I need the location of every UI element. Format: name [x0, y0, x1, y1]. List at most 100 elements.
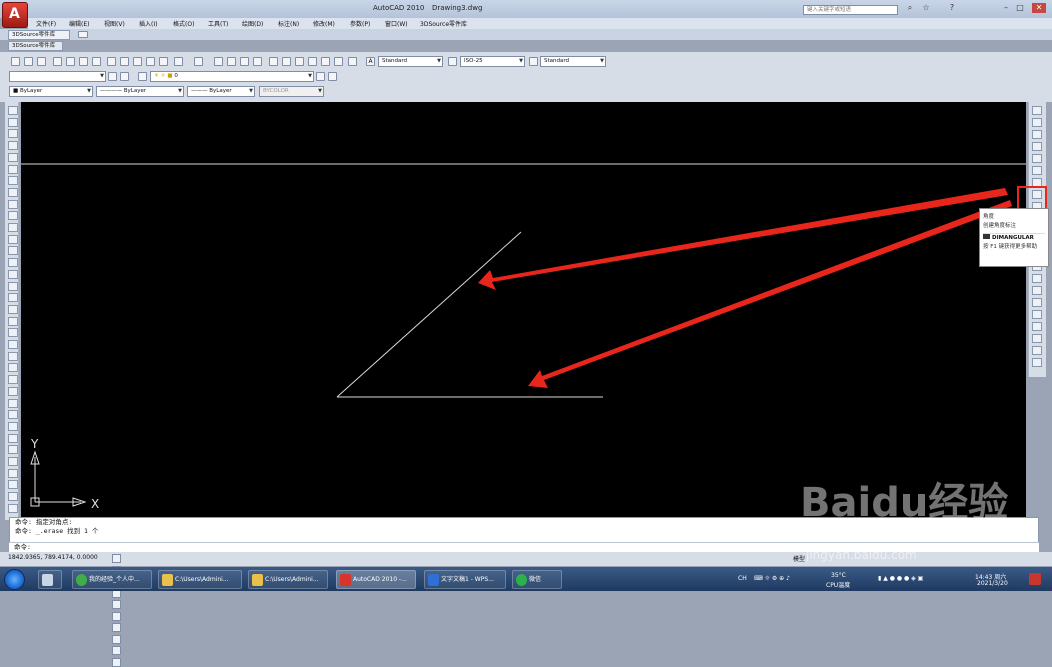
plot-style-select[interactable]: BYCOLOR ▼	[259, 86, 324, 97]
text-style-select[interactable]: Standard ▼	[378, 56, 443, 67]
ordinate-dim-icon[interactable]	[1032, 142, 1042, 151]
help-icon[interactable]	[348, 57, 357, 66]
rotate-icon[interactable]	[8, 398, 18, 408]
line-icon[interactable]	[8, 106, 18, 115]
insert-block-icon[interactable]	[8, 234, 18, 244]
jogged-dim-icon[interactable]	[1032, 166, 1042, 175]
workspace-settings-icon[interactable]	[108, 72, 117, 81]
print-preview-icon[interactable]	[66, 57, 75, 66]
tool-palettes-icon[interactable]	[295, 57, 304, 66]
hatch-icon[interactable]	[8, 269, 18, 279]
menu-tools[interactable]: 工具(T)	[208, 19, 228, 28]
construction-line-icon[interactable]	[8, 117, 18, 127]
copy-object-icon[interactable]	[8, 340, 18, 349]
workspace-select[interactable]: ▼	[9, 71, 106, 82]
undo-icon[interactable]	[174, 57, 183, 66]
publish-icon[interactable]	[79, 57, 88, 66]
zoom-previous-icon[interactable]	[253, 57, 262, 66]
taskbar-item-folder1[interactable]: C:\Users\Admini...	[158, 570, 242, 589]
open-file-icon[interactable]	[24, 57, 33, 66]
taskbar-item-wps[interactable]: 文字文稿1 - WPS...	[424, 570, 506, 589]
snap-toggle[interactable]	[112, 554, 121, 563]
dyn-toggle[interactable]	[112, 634, 121, 644]
tray-status-icons[interactable]: ▮ ▲ ● ● ● ◈ ▣	[878, 575, 923, 582]
break-icon[interactable]	[8, 457, 18, 466]
color-select[interactable]: ■ ByLayer ▼	[9, 86, 93, 97]
start-button[interactable]	[4, 569, 25, 590]
dim-style-icon[interactable]	[1032, 346, 1042, 355]
zoom-window-icon[interactable]	[240, 57, 249, 66]
fillet-icon[interactable]	[8, 492, 18, 502]
ellipse-icon[interactable]	[8, 211, 18, 221]
move-icon[interactable]	[8, 386, 18, 396]
menu-edit[interactable]: 编辑(E)	[69, 19, 89, 28]
clock-date[interactable]: 2021/3/20	[977, 580, 1008, 587]
pan-icon[interactable]	[214, 57, 223, 66]
ellipse-arc-icon[interactable]	[8, 223, 18, 232]
model-tab[interactable]: 模型	[793, 554, 805, 563]
maximize-button[interactable]: □	[1014, 3, 1026, 13]
layer-select[interactable]: ☀ ☼ ■ 0 ▼	[150, 71, 314, 82]
scale-icon[interactable]	[8, 410, 18, 420]
menu-draw[interactable]: 绘图(D)	[242, 19, 263, 28]
angled-line[interactable]	[336, 231, 522, 398]
linear-dim-icon[interactable]	[1032, 106, 1042, 115]
menu-insert[interactable]: 插入(I)	[139, 19, 157, 28]
close-button[interactable]: ✕	[1032, 3, 1046, 13]
help-icon[interactable]: ?	[946, 3, 958, 13]
ime-indicator[interactable]: CH	[738, 575, 747, 582]
dim-edit-icon[interactable]	[1032, 310, 1042, 319]
lineweight-select[interactable]: ——— ByLayer ▼	[187, 86, 255, 97]
menu-dimension[interactable]: 标注(N)	[278, 19, 299, 28]
block-editor-icon[interactable]	[159, 57, 168, 66]
rectangle-icon[interactable]	[8, 152, 18, 162]
menu-format[interactable]: 格式(O)	[173, 19, 194, 28]
taskbar-item-autocad[interactable]: AutoCAD 2010 -...	[336, 570, 416, 589]
qp-toggle[interactable]	[112, 657, 121, 667]
menu-3dsource[interactable]: 3DSource零件库	[420, 19, 467, 28]
menu-parametric[interactable]: 参数(P)	[350, 19, 370, 28]
match-properties-icon[interactable]	[146, 57, 155, 66]
arc-length-icon[interactable]	[1032, 130, 1042, 139]
taskbar-item-browser[interactable]: 我的经验_个人中...	[72, 570, 152, 589]
menu-window[interactable]: 窗口(W)	[385, 19, 408, 28]
3d-dwf-icon[interactable]	[92, 57, 101, 66]
layer-properties-icon[interactable]	[138, 72, 147, 81]
print-icon[interactable]	[53, 57, 62, 66]
design-center-icon[interactable]	[282, 57, 291, 66]
extend-icon[interactable]	[8, 445, 18, 455]
erase-icon[interactable]	[8, 328, 18, 338]
taskbar-item-wechat[interactable]: 微信	[512, 570, 562, 589]
zoom-realtime-icon[interactable]	[227, 57, 236, 66]
linetype-select[interactable]: ———— ByLayer ▼	[96, 86, 184, 97]
stretch-icon[interactable]	[8, 421, 18, 431]
workspace-save-icon[interactable]	[120, 72, 129, 81]
jogged-linear-icon[interactable]	[1032, 298, 1042, 307]
text-style-icon[interactable]: A	[366, 57, 375, 66]
minimize-button[interactable]: –	[1000, 3, 1012, 13]
point-icon[interactable]	[8, 258, 18, 268]
gradient-icon[interactable]	[8, 281, 18, 291]
notification-icon[interactable]	[1029, 573, 1041, 585]
save-icon[interactable]	[37, 57, 46, 66]
tab-3dsource-library[interactable]: 3DSource零件库	[8, 41, 63, 51]
tab-toggle-icon[interactable]	[78, 31, 88, 38]
dimension-style-select[interactable]: ISO-25 ▼	[460, 56, 525, 67]
polyline-icon[interactable]	[8, 129, 18, 139]
ducs-toggle[interactable]	[112, 623, 121, 632]
dim-update-icon[interactable]	[1032, 334, 1042, 343]
taskbar-item-folder2[interactable]: C:\Users\Admini...	[248, 570, 328, 589]
lwt-toggle[interactable]	[112, 646, 121, 655]
inspection-icon[interactable]	[1032, 286, 1042, 295]
tab-3dsource[interactable]: 3DSource零件库	[8, 30, 70, 40]
drawing-canvas[interactable]: Y X	[21, 102, 1026, 517]
chamfer-icon[interactable]	[8, 480, 18, 490]
table-style-select[interactable]: Standard ▼	[540, 56, 606, 67]
polygon-icon[interactable]	[8, 141, 18, 151]
layer-previous-icon[interactable]	[328, 72, 337, 81]
quickcalc-icon[interactable]	[334, 57, 343, 66]
binoculars-icon[interactable]: ⌕	[904, 3, 916, 13]
table-icon[interactable]	[8, 304, 18, 314]
dim-text-edit-icon[interactable]	[1032, 322, 1042, 331]
aligned-dim-icon[interactable]	[1032, 118, 1042, 127]
